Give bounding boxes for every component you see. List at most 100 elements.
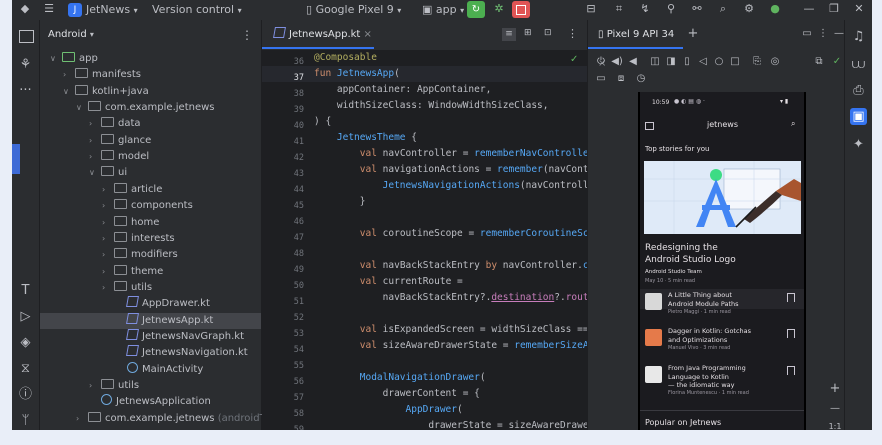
device-screen[interactable]: 10:59 ● ◐ ▤ ◍ · ▾ ▮ jetnews ⌕ Top storie… <box>640 92 804 430</box>
search-icon[interactable]: ⌕ <box>791 119 795 129</box>
chevron-right-icon[interactable]: › <box>102 215 112 231</box>
chevron-right-icon[interactable]: › <box>89 116 99 132</box>
tree-item[interactable]: MainActivity <box>40 361 261 378</box>
post-title[interactable]: A Little Thing about <box>668 291 732 299</box>
code-view-icon[interactable]: ≡ <box>502 28 516 41</box>
menu-icon[interactable] <box>645 122 654 130</box>
build-icon[interactable]: T <box>17 282 34 299</box>
code-with-me-icon[interactable]: ⚯ <box>690 2 704 16</box>
design-view-icon[interactable]: ⊡ <box>544 28 552 38</box>
tree-item[interactable]: JetnewsNavGraph.kt <box>40 328 261 345</box>
tree-item[interactable]: › theme <box>40 264 261 280</box>
post-title[interactable]: Language to Kotlin <box>668 373 729 381</box>
tree-item[interactable]: › data <box>40 116 261 132</box>
tree-item[interactable]: ∨ app <box>40 51 261 67</box>
tree-item[interactable]: ∨ ui <box>40 165 261 181</box>
featured-image[interactable] <box>644 161 801 234</box>
structure-pin-handle[interactable] <box>12 144 20 174</box>
rotate-right-icon[interactable]: ◨ <box>664 55 678 69</box>
tree-item[interactable]: › utils <box>40 378 261 394</box>
post-thumbnail[interactable] <box>645 366 662 383</box>
gem-icon[interactable]: ◈ <box>17 334 34 351</box>
chevron-right-icon[interactable]: › <box>76 411 86 427</box>
project-widget[interactable]: J JetNews ▾ <box>68 3 144 17</box>
code-area[interactable]: @Composable fun JetnewsApp( appContainer:… <box>314 50 587 430</box>
gemini-sparkle-icon[interactable]: ✦ <box>850 136 867 153</box>
post-thumbnail[interactable] <box>645 293 662 310</box>
apply-changes-button[interactable]: ↻ <box>467 1 485 18</box>
chevron-right-icon[interactable]: › <box>102 280 112 296</box>
back-icon[interactable]: ◁ <box>696 55 710 69</box>
sync-icon[interactable]: ↯ <box>638 2 652 16</box>
post-title[interactable]: Dagger in Kotlin: Gotchas <box>668 327 751 335</box>
fold-icon[interactable]: ▯ <box>680 55 694 69</box>
tree-item[interactable]: JetnewsNavigation.kt <box>40 345 261 361</box>
profiler-icon[interactable]: ⊟ <box>584 2 598 16</box>
zoom-out-icon[interactable]: — <box>828 402 842 416</box>
debug-icon[interactable]: ✲ <box>492 2 506 16</box>
tree-item[interactable]: › manifests <box>40 67 261 83</box>
gear-icon[interactable]: ⚙ <box>742 2 756 16</box>
post-title[interactable]: Android Module Paths <box>668 300 739 308</box>
tree-item[interactable]: › interests <box>40 231 261 247</box>
gradle-elephant-icon[interactable]: ⩊ <box>850 56 867 73</box>
post-title[interactable]: — the idiomatic way <box>668 381 734 389</box>
chevron-right-icon[interactable]: › <box>102 264 112 280</box>
zoom-in-icon[interactable]: + <box>828 382 842 396</box>
chevron-right-icon[interactable]: › <box>63 67 73 83</box>
vcs-branch-icon[interactable]: ᛘ <box>17 412 34 429</box>
tree-item[interactable]: JetnewsApp.kt <box>40 312 261 329</box>
run-config-selector[interactable]: ▣ app ▾ <box>422 3 470 16</box>
device-selector[interactable]: ▯ Google Pixel 9 ▾ <box>306 3 407 16</box>
notifications-icon[interactable]: ♫ <box>850 28 867 45</box>
tree-item[interactable]: ∨ kotlin+java <box>40 84 261 100</box>
chevron-down-icon[interactable]: ∨ <box>50 51 60 67</box>
chevron-right-icon[interactable]: › <box>89 378 99 394</box>
editor-options-icon[interactable]: ⋮ <box>567 27 578 40</box>
extended-controls-icon[interactable]: ⧈ <box>614 72 628 86</box>
tab-pixel-9-api-34[interactable]: ▯ Pixel 9 API 34 × <box>588 20 683 69</box>
panel-options-icon[interactable]: ⋮ <box>241 28 253 42</box>
window-close-icon[interactable]: ✕ <box>852 2 866 16</box>
add-device-icon[interactable]: + <box>686 27 700 41</box>
device-manager-icon[interactable]: ⎙ <box>850 82 867 99</box>
tree-item[interactable]: › com.example.jetnews (androidTe <box>40 411 270 427</box>
gradle-icon[interactable]: ⚲ <box>664 2 678 16</box>
zoom-ratio[interactable]: 1:1 <box>826 420 844 430</box>
screenshot-icon[interactable]: ◎ <box>768 55 782 69</box>
check-icon[interactable]: ✓ <box>830 55 844 69</box>
device-manager-icon[interactable]: ⌗ <box>612 2 626 16</box>
bookmark-icon[interactable] <box>787 293 795 302</box>
stop-button[interactable] <box>512 1 530 18</box>
window-restore-icon[interactable]: ❐ <box>827 2 841 16</box>
vcs-widget[interactable]: Version control ▾ <box>152 3 248 16</box>
problems-icon[interactable]: ⓘ <box>17 386 34 403</box>
record-icon[interactable]: ▭ <box>594 72 608 86</box>
chevron-down-icon[interactable]: ∨ <box>76 100 86 116</box>
project-folder-icon[interactable] <box>19 30 34 43</box>
volume-up-icon[interactable]: ◀) <box>610 55 624 69</box>
post-title[interactable]: From Java Programming <box>668 364 746 372</box>
project-view-selector[interactable]: Android ▾ <box>48 29 100 40</box>
close-icon[interactable]: × <box>364 29 372 40</box>
split-view-icon[interactable]: ⊞ <box>524 28 532 38</box>
panel-options-icon[interactable]: ⋮ <box>816 27 830 41</box>
tree-item[interactable]: › glance <box>40 133 261 149</box>
chevron-down-icon[interactable]: ∨ <box>89 165 99 181</box>
tree-item[interactable]: › home <box>40 215 261 231</box>
run-icon[interactable]: ▷ <box>17 308 34 325</box>
power-icon[interactable]: ⏻ <box>594 55 608 69</box>
more-icon[interactable]: ··· <box>17 82 34 99</box>
tree-item[interactable]: ∨ com.example.jetnews <box>40 100 261 116</box>
bookmark-icon[interactable] <box>787 366 795 375</box>
chevron-right-icon[interactable]: › <box>89 133 99 149</box>
logcat-icon[interactable]: ⧖ <box>17 360 34 377</box>
post-title[interactable]: and Optimizations <box>668 336 727 344</box>
chevron-right-icon[interactable]: › <box>89 149 99 165</box>
mirror-icon[interactable]: ⧉ <box>812 55 826 69</box>
chevron-right-icon[interactable]: › <box>102 231 112 247</box>
gemini-icon[interactable]: ● <box>768 2 782 16</box>
tree-item[interactable]: › article <box>40 182 261 198</box>
timer-icon[interactable]: ◷ <box>634 72 648 86</box>
rotate-left-icon[interactable]: ◫ <box>648 55 662 69</box>
